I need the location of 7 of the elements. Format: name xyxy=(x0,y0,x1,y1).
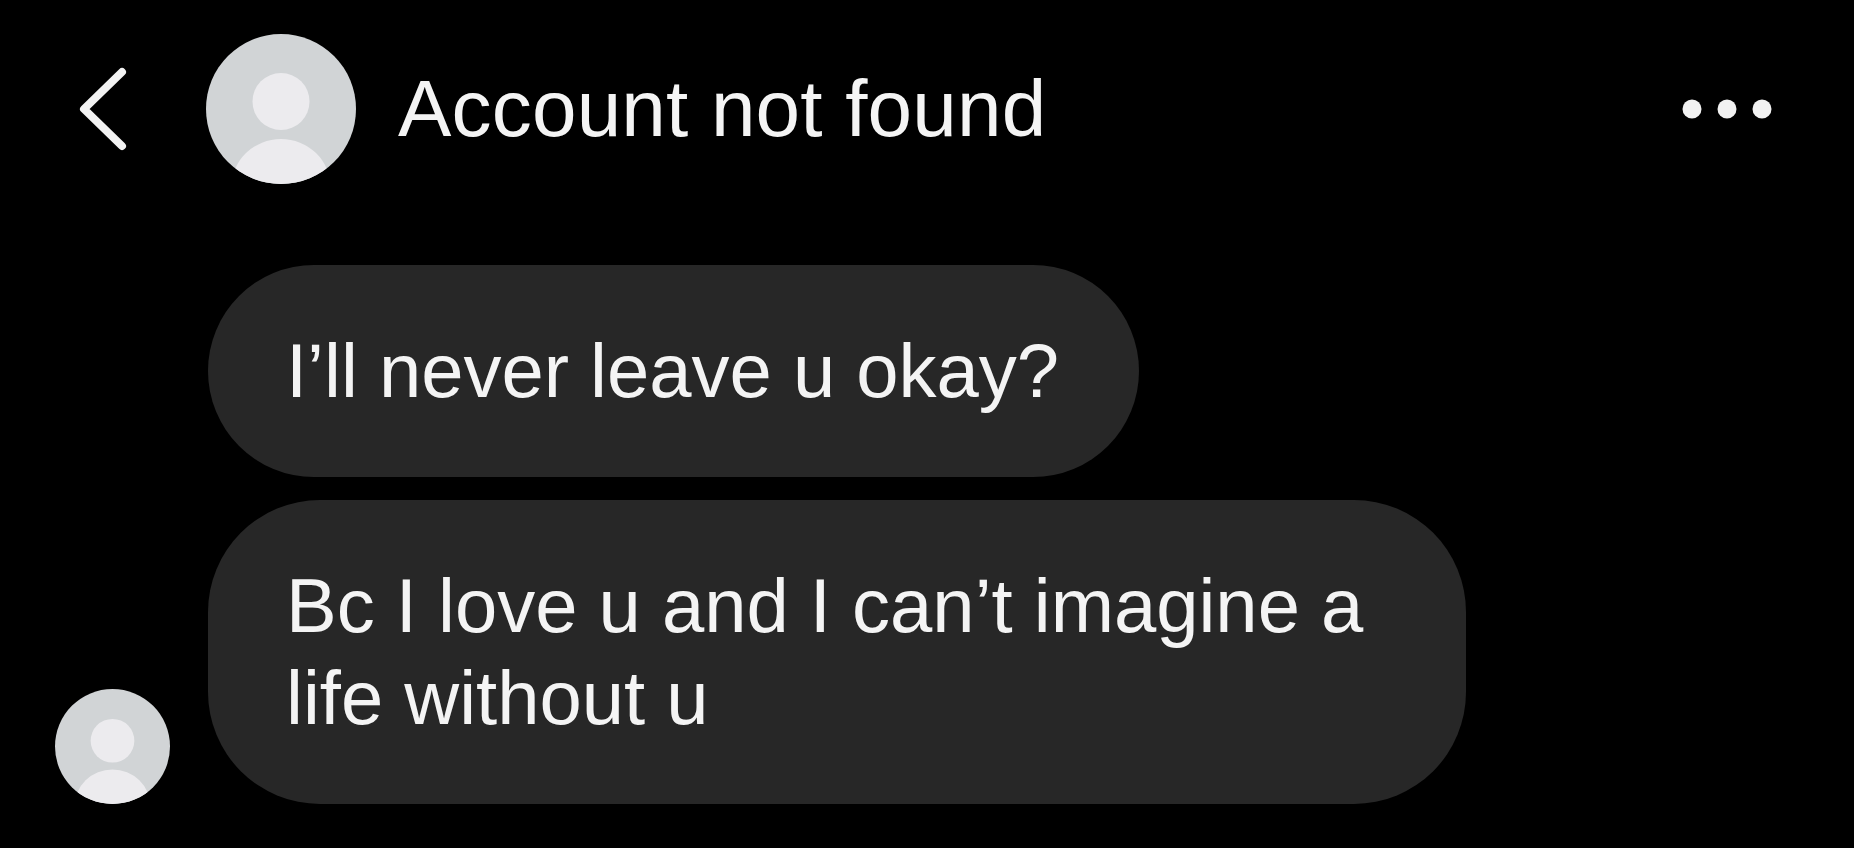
back-icon[interactable] xyxy=(77,67,127,151)
avatar-icon[interactable] xyxy=(206,34,356,184)
message-bubble: Bc I love u and I can’t imagine a life without u xyxy=(208,500,1466,804)
more-options-icon[interactable] xyxy=(1682,99,1772,119)
message-bubble: I’ll never leave u okay? xyxy=(208,265,1140,477)
avatar-icon xyxy=(55,689,170,804)
contact-name: Account not found xyxy=(398,63,1048,155)
